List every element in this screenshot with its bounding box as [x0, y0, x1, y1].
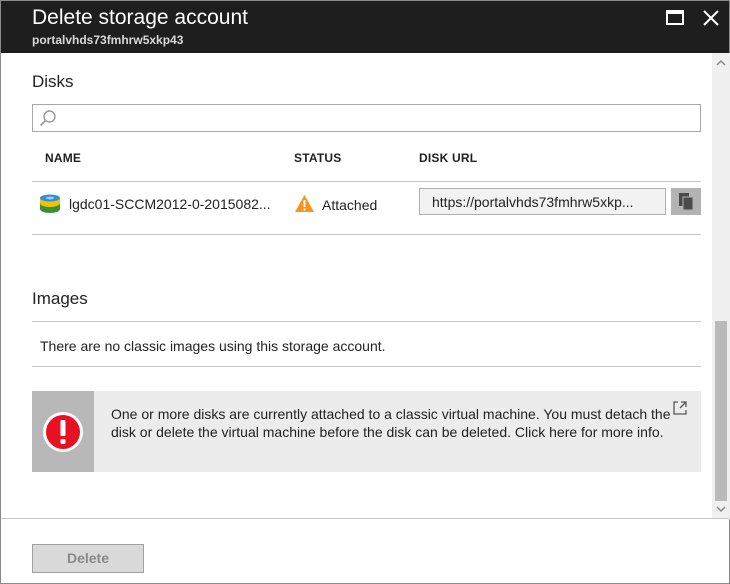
- copy-icon[interactable]: [671, 188, 701, 215]
- blade-header: Delete storage account portalvhds73fmhrw…: [1, 1, 729, 53]
- delete-storage-blade: Delete storage account portalvhds73fmhrw…: [0, 0, 730, 584]
- blade-subtitle: portalvhds73fmhrw5xkp43: [32, 33, 184, 47]
- alert-message[interactable]: One or more disks are currently attached…: [111, 405, 671, 441]
- external-link-icon[interactable]: [672, 400, 688, 421]
- images-bottom-divider: [32, 366, 701, 367]
- images-top-divider: [32, 321, 701, 322]
- table-header-divider: [32, 181, 701, 182]
- search-icon: [39, 109, 57, 132]
- disks-section-title: Disks: [32, 72, 74, 91]
- disk-icon: [39, 194, 61, 219]
- table-bottom-divider: [32, 234, 701, 235]
- attached-disks-alert[interactable]: One or more disks are currently attached…: [32, 391, 701, 472]
- column-header-name[interactable]: NAME: [45, 151, 81, 165]
- footer-divider: [1, 518, 729, 519]
- column-header-disk-url[interactable]: DISK URL: [419, 151, 477, 165]
- disk-search-input[interactable]: [32, 104, 701, 132]
- alert-icon-panel: [32, 391, 94, 472]
- scrollbar-thumb[interactable]: [715, 321, 727, 501]
- images-empty-message: There are no classic images using this s…: [40, 338, 386, 354]
- disk-name: lgdc01-SCCM2012-0-2015082...: [69, 196, 271, 212]
- scroll-down-icon[interactable]: [712, 501, 730, 517]
- disk-url-field[interactable]: https://portalvhds73fmhrw5xkp...: [419, 188, 666, 215]
- warning-icon: [294, 194, 315, 218]
- error-icon: [41, 410, 85, 459]
- maximize-icon[interactable]: [664, 7, 686, 29]
- blade-title: Delete storage account: [32, 6, 248, 29]
- scroll-up-icon[interactable]: [712, 55, 730, 71]
- delete-button[interactable]: Delete: [32, 544, 144, 573]
- images-section-title: Images: [32, 289, 88, 308]
- vertical-scrollbar[interactable]: [712, 53, 730, 519]
- column-header-status[interactable]: STATUS: [294, 151, 341, 165]
- disk-status: Attached: [322, 197, 378, 213]
- close-icon[interactable]: [700, 7, 722, 29]
